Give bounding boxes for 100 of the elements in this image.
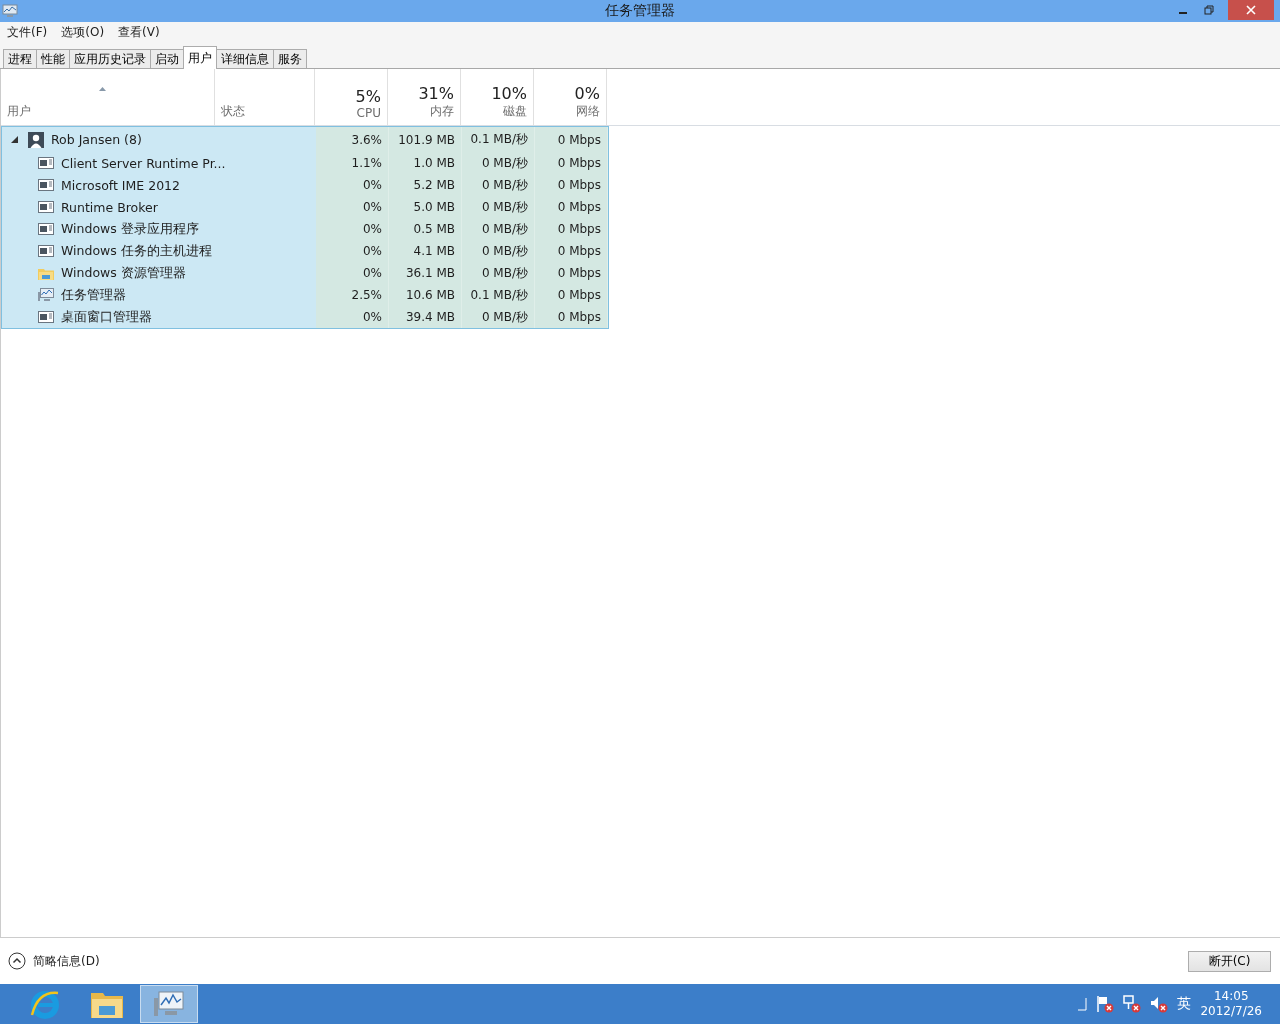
taskbar-button[interactable] — [140, 985, 198, 1023]
process-name: 桌面窗口管理器 — [61, 308, 152, 326]
column-label: 状态 — [221, 103, 245, 120]
close-icon — [1246, 5, 1256, 15]
process-name: 任务管理器 — [61, 286, 126, 304]
metric-cell: 0 Mbps — [535, 240, 608, 262]
metric-cell: 3.6% — [316, 127, 389, 152]
tab[interactable]: 性能 — [36, 49, 70, 68]
metric-cell: 0.1 MB/秒 — [462, 127, 535, 152]
metric-cell: 0 Mbps — [535, 218, 608, 240]
flag-warning-icon[interactable] — [1096, 995, 1115, 1013]
process-name: Windows 任务的主机进程 — [61, 242, 212, 260]
folder-icon — [38, 266, 54, 280]
window-title: 任务管理器 — [604, 2, 676, 20]
metric-cell: 5.0 MB — [389, 196, 462, 218]
metric-cell: 0 Mbps — [535, 174, 608, 196]
metric-cell: 0.5 MB — [389, 218, 462, 240]
metric-cell: 0% — [316, 218, 389, 240]
menu-item[interactable]: 查看(V) — [118, 24, 160, 41]
column-total: 31% — [418, 84, 454, 103]
metric-cell: 4.1 MB — [389, 240, 462, 262]
column-label: 用户 — [7, 103, 31, 120]
tab[interactable]: 用户 — [183, 46, 217, 69]
column-total: 10% — [491, 84, 527, 103]
metric-cell: 5.2 MB — [389, 174, 462, 196]
metric-cell: 2.5% — [316, 284, 389, 306]
metric-cell: 0 Mbps — [535, 152, 608, 174]
metric-cell: 0 Mbps — [535, 306, 608, 328]
metric-cell: 0 Mbps — [535, 196, 608, 218]
column-header[interactable]: 10% 磁盘 — [461, 69, 534, 125]
column-label: 网络 — [576, 103, 600, 120]
clock-date[interactable]: 2012/7/26 — [1200, 1004, 1262, 1019]
app-window-icon — [38, 223, 54, 235]
process-name: Microsoft IME 2012 — [61, 177, 180, 193]
monitor-chart-icon — [153, 990, 185, 1018]
metric-cell: 0 MB/秒 — [462, 152, 535, 174]
tab[interactable]: 详细信息 — [216, 49, 274, 68]
column-label: 磁盘 — [503, 103, 527, 120]
metric-cell: 0% — [316, 306, 389, 328]
column-header[interactable]: 用户 — [1, 69, 215, 125]
column-header[interactable]: 5% CPU — [315, 69, 388, 125]
process-name: Windows 登录应用程序 — [61, 220, 199, 238]
menu-item[interactable]: 选项(O) — [61, 24, 105, 41]
collapse-circle-icon — [8, 952, 26, 970]
metric-cell: 0 MB/秒 — [462, 196, 535, 218]
monitor-icon — [2, 4, 18, 18]
input-language-indicator[interactable]: 英 — [1177, 995, 1192, 1013]
app-window-icon — [38, 201, 54, 213]
app-window-icon — [38, 157, 54, 169]
restore-icon — [1204, 5, 1214, 15]
metric-cell: 0 MB/秒 — [462, 174, 535, 196]
process-name: Client Server Runtime Pr... — [61, 155, 226, 171]
process-name: Runtime Broker — [61, 199, 158, 215]
column-label: 内存 — [430, 103, 454, 120]
column-header[interactable]: 31% 内存 — [388, 69, 461, 125]
expand-arrow-icon[interactable] — [11, 136, 18, 143]
tab[interactable]: 启动 — [150, 49, 184, 68]
metric-cell: 0 Mbps — [535, 262, 608, 284]
metric-cell: 10.6 MB — [389, 284, 462, 306]
metric-cell: 0% — [316, 196, 389, 218]
metric-cell: 0% — [316, 174, 389, 196]
metric-cell: 0% — [316, 240, 389, 262]
user-name: Rob Jansen (8) — [51, 132, 142, 147]
column-label: CPU — [356, 106, 381, 120]
user-avatar-icon — [28, 131, 44, 148]
user-group[interactable] — [1, 126, 609, 329]
column-total: 0% — [574, 84, 600, 103]
metric-cell: 101.9 MB — [389, 127, 462, 152]
app-window-icon — [38, 179, 54, 191]
tab[interactable]: 服务 — [273, 49, 307, 68]
fewer-details-link[interactable]: 简略信息(D) — [8, 952, 100, 970]
metric-cell: 0.1 MB/秒 — [462, 284, 535, 306]
metric-cell: 1.1% — [316, 152, 389, 174]
menu-item[interactable]: 文件(F) — [7, 24, 48, 41]
app-window-icon — [38, 311, 54, 323]
speaker-muted-icon[interactable] — [1150, 995, 1169, 1013]
metric-cell: 0 MB/秒 — [462, 218, 535, 240]
network-error-icon[interactable] — [1123, 995, 1142, 1013]
minimize-icon — [1179, 12, 1187, 14]
disconnect-button[interactable]: 断开(C) — [1188, 950, 1271, 972]
column-header[interactable]: 状态 — [215, 69, 315, 125]
tab[interactable]: 进程 — [3, 49, 37, 68]
monitor-chart-icon — [38, 288, 54, 302]
clock-time[interactable]: 14:05 — [1213, 989, 1249, 1004]
app-window-icon — [38, 245, 54, 257]
close-button[interactable] — [1228, 0, 1274, 20]
metric-cell: 0% — [316, 262, 389, 284]
metric-cell: 0 Mbps — [535, 284, 608, 306]
metric-cell: 0 MB/秒 — [462, 240, 535, 262]
column-header[interactable]: 0% 网络 — [534, 69, 607, 125]
metric-cell: 36.1 MB — [389, 262, 462, 284]
metric-cell: 0 MB/秒 — [462, 306, 535, 328]
column-total: 5% — [355, 87, 381, 106]
sort-caret-icon — [99, 87, 106, 91]
metric-cell: 0 Mbps — [535, 127, 608, 152]
process-name: Windows 资源管理器 — [61, 264, 186, 282]
tab[interactable]: 应用历史记录 — [69, 49, 151, 68]
metric-cell: 1.0 MB — [389, 152, 462, 174]
metric-cell: 0 MB/秒 — [462, 262, 535, 284]
metric-cell: 39.4 MB — [389, 306, 462, 328]
